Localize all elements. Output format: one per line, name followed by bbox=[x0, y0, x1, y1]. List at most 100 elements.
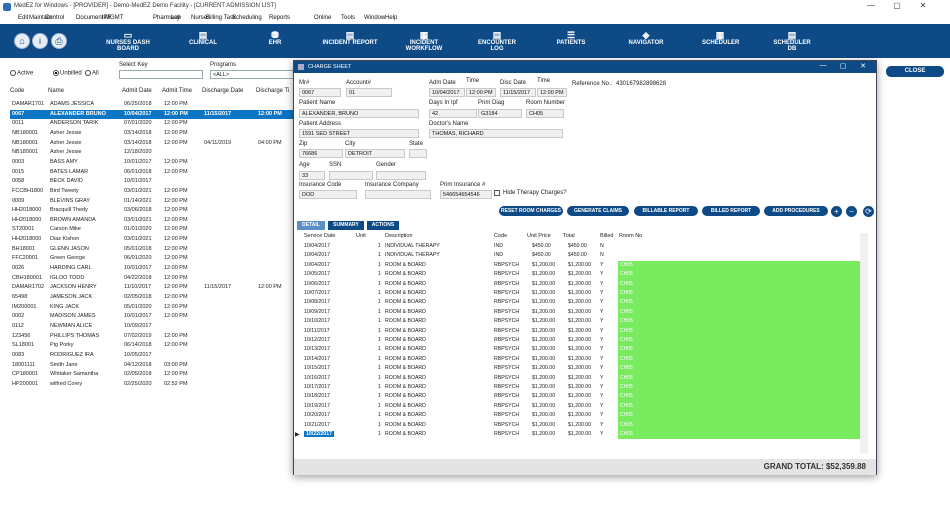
prim-ins-field[interactable]: 546654654546 bbox=[440, 190, 492, 199]
service-row[interactable]: 10/06/2017 1 ROOM & BOARD RBPSYCH $1,200.00 $… bbox=[301, 279, 867, 289]
patient-name-field[interactable]: ALEXANDER, BRUNO bbox=[299, 109, 419, 118]
gender-field[interactable] bbox=[376, 171, 426, 180]
admit-date-field[interactable]: 10/04/2017 bbox=[429, 88, 465, 97]
table-row[interactable]: HH2018000 Diaz Kishon 03/01/2021 12:00 PM bbox=[10, 235, 300, 245]
table-row[interactable]: SL18001 Pig Porky 06/14/2018 12:00 PM bbox=[10, 341, 300, 351]
service-row[interactable]: ▶ 10/22/2017 1 ROOM & BOARD RBPSYCH $1,200.00… bbox=[295, 430, 867, 440]
action-button[interactable]: GENERATE CLAIMS bbox=[567, 206, 629, 216]
zip-field[interactable]: 76686 bbox=[299, 149, 343, 158]
table-row[interactable]: 18001111 Smith Jane 04/12/2018 03:00 PM bbox=[10, 361, 300, 371]
room-field[interactable]: CH05 bbox=[526, 109, 564, 118]
grid-header[interactable]: Discharge Ti bbox=[256, 88, 289, 98]
filter-radio[interactable]: Unbilled bbox=[53, 70, 82, 77]
menu-item[interactable]: Window bbox=[364, 15, 385, 21]
remove-icon[interactable]: − bbox=[846, 206, 857, 217]
admit-time-field[interactable]: 12:00 PM bbox=[466, 88, 496, 97]
print-icon[interactable]: ⎙ bbox=[51, 33, 67, 49]
service-row[interactable]: 10/20/2017 1 ROOM & BOARD RBPSYCH $1,200.00 $… bbox=[301, 411, 867, 421]
grid-header[interactable]: Code bbox=[10, 88, 24, 98]
disc-date-field[interactable]: 11/15/2017 bbox=[500, 88, 536, 97]
city-field[interactable]: DETROIT bbox=[345, 149, 405, 158]
service-row[interactable]: 10/04/2017 1 ROOM & BOARD RBPSYCH $1,200.00 $… bbox=[301, 260, 867, 271]
table-row[interactable]: 0083 RODRIGUEZ IRA 10/05/2017 bbox=[10, 351, 300, 361]
menu-item[interactable]: Reports bbox=[269, 15, 290, 21]
toolbar-button[interactable]: ▦ SCHEDULER bbox=[702, 30, 739, 54]
service-row[interactable]: 10/13/2017 1 ROOM & BOARD RBPSYCH $1,200.00 $… bbox=[301, 345, 867, 355]
mr-field[interactable]: 0067 bbox=[299, 88, 341, 97]
menu-item[interactable]: Edit bbox=[18, 15, 28, 21]
add-icon[interactable]: + bbox=[831, 206, 842, 217]
address-field[interactable]: 1591 SED STREET bbox=[299, 129, 419, 138]
service-row[interactable]: 10/10/2017 1 ROOM & BOARD RBPSYCH $1,200.00 $… bbox=[301, 317, 867, 327]
age-field[interactable]: 33 bbox=[299, 171, 325, 180]
table-row[interactable]: HP200001 wilfred Corey 02/25/2020 02:52 PM bbox=[10, 380, 300, 390]
minimize-icon[interactable]: — bbox=[860, 1, 882, 13]
close-button[interactable]: CLOSE bbox=[886, 66, 944, 77]
table-row[interactable]: 123456 PHILLIPS THOMAS 07/02/2019 12:00 PM bbox=[10, 332, 300, 342]
table-row[interactable]: CBH180001 IGLOO TODD 04/22/2018 12:00 PM bbox=[10, 274, 300, 284]
table-row[interactable]: 0002 MADISON JAMES 10/01/2017 12:00 PM bbox=[10, 312, 300, 322]
service-row[interactable]: 10/18/2017 1 ROOM & BOARD RBPSYCH $1,200.00 $… bbox=[301, 392, 867, 402]
refresh-icon[interactable]: ⟳ bbox=[863, 206, 874, 217]
table-row[interactable]: DAMAR1702 JACKSON HENRY 11/10/2017 12:00 PM… bbox=[10, 283, 300, 293]
menu-item[interactable]: Online bbox=[314, 15, 331, 21]
menu-item[interactable]: Scheduling bbox=[232, 15, 262, 21]
ins-code-field[interactable]: DOD bbox=[299, 190, 357, 199]
doctor-field[interactable]: THOMAS, RICHARD bbox=[429, 129, 563, 138]
service-row[interactable]: 10/04/2017 1 INDIVIDUAL THERAPY IND $450.00 $… bbox=[301, 251, 867, 260]
state-field[interactable] bbox=[409, 149, 427, 158]
service-row[interactable]: 10/04/2017 1 INDIVIDUAL THERAPY IND $450.00 $… bbox=[301, 242, 867, 251]
days-field[interactable]: 42 bbox=[429, 109, 477, 118]
service-header[interactable]: Unit Price bbox=[527, 233, 551, 239]
menu-item[interactable]: Help bbox=[385, 15, 397, 21]
maximize-icon[interactable]: ▢ bbox=[886, 1, 908, 13]
service-row[interactable]: 10/15/2017 1 ROOM & BOARD RBPSYCH $1,200.00 $… bbox=[301, 364, 867, 374]
service-header[interactable]: Total bbox=[563, 233, 575, 239]
action-button[interactable]: ADD PROCEDURES bbox=[764, 206, 828, 216]
table-row[interactable]: 0067 ALEXANDER BRUNO 10/04/2017 12:00 PM 11/… bbox=[10, 109, 300, 120]
filter-radio[interactable]: All bbox=[85, 70, 99, 77]
toolbar-button[interactable]: ⛃ EHR bbox=[263, 30, 287, 54]
ssn-field[interactable] bbox=[329, 171, 373, 180]
table-row[interactable]: ST20001 Carson Mike 01/01/2020 12:00 PM bbox=[10, 225, 300, 235]
service-row[interactable]: 10/08/2017 1 ROOM & BOARD RBPSYCH $1,200.00 $… bbox=[301, 298, 867, 308]
service-header[interactable]: Description bbox=[385, 233, 413, 239]
table-row[interactable]: HH2018000 BROWN AMANDA 03/01/2021 12:00 PM bbox=[10, 216, 300, 226]
service-header[interactable]: Service Date bbox=[304, 233, 336, 239]
service-header[interactable]: Code bbox=[494, 233, 507, 239]
tab-detail[interactable]: DETAIL bbox=[297, 221, 325, 230]
dialog-close-icon[interactable]: ✕ bbox=[856, 62, 870, 70]
disc-time-field[interactable]: 12:00 PM bbox=[537, 88, 567, 97]
programs-select[interactable]: <ALL> bbox=[210, 70, 294, 79]
table-row[interactable]: FCCBH1800 Bird Tweety 03/01/2021 12:00 PM bbox=[10, 187, 300, 197]
prim-diag-field[interactable]: G3184 bbox=[478, 109, 522, 118]
toolbar-button[interactable]: ▤ ENCOUNTER LOG bbox=[471, 30, 523, 54]
ins-company-field[interactable] bbox=[365, 190, 431, 199]
table-row[interactable]: 0003 BASS AMY 10/01/2017 12:00 PM bbox=[10, 158, 300, 168]
tab-summary[interactable]: SUMMARY bbox=[328, 221, 364, 230]
service-row[interactable]: 10/17/2017 1 ROOM & BOARD RBPSYCH $1,200.00 $… bbox=[301, 383, 867, 393]
table-row[interactable]: 65498 JAMESON JACK 02/05/2018 12:00 PM bbox=[10, 293, 300, 303]
menu-item[interactable]: Lab bbox=[171, 15, 181, 21]
grid-header[interactable]: Discharge Date bbox=[202, 88, 243, 98]
toolbar-button[interactable]: ▤ SCHEDULER DB bbox=[769, 30, 815, 54]
info-icon[interactable]: i bbox=[32, 33, 48, 49]
account-field[interactable]: 01 bbox=[346, 88, 392, 97]
table-row[interactable]: 0058 BECK DAVID 10/01/2017 bbox=[10, 177, 300, 187]
close-icon[interactable]: ✕ bbox=[912, 1, 934, 13]
dialog-maximize-icon[interactable]: ▢ bbox=[836, 62, 850, 70]
table-row[interactable]: DAMAR1701 ADAMS JESSICA 06/25/2018 12:00 PM bbox=[10, 100, 300, 110]
toolbar-button[interactable]: ▤ INCIDENT REPORT bbox=[322, 30, 378, 54]
service-row[interactable]: 10/11/2017 1 ROOM & BOARD RBPSYCH $1,200.00 $… bbox=[301, 326, 867, 336]
toolbar-button[interactable]: ▭ NURSES DASH BOARD bbox=[95, 30, 161, 54]
action-button[interactable]: BILLABLE REPORT bbox=[634, 206, 698, 216]
service-header[interactable]: Billed bbox=[600, 233, 613, 239]
action-button[interactable]: RESET ROOM CHARGES bbox=[499, 206, 563, 216]
service-header[interactable]: Unit bbox=[356, 233, 366, 239]
service-row[interactable]: 10/05/2017 1 ROOM & BOARD RBPSYCH $1,200.00 $… bbox=[301, 270, 867, 280]
table-row[interactable]: NB180001 Asher Jessie 03/14/2018 12:00 PM bbox=[10, 129, 300, 139]
toolbar-button[interactable]: ☰ PATIENTS bbox=[556, 30, 586, 54]
service-row[interactable]: 10/07/2017 1 ROOM & BOARD RBPSYCH $1,200.00 $… bbox=[301, 289, 867, 299]
table-row[interactable]: 0112 NEWMAN ALICE 10/09/2017 bbox=[10, 322, 300, 332]
service-header[interactable]: Room No bbox=[619, 233, 642, 239]
